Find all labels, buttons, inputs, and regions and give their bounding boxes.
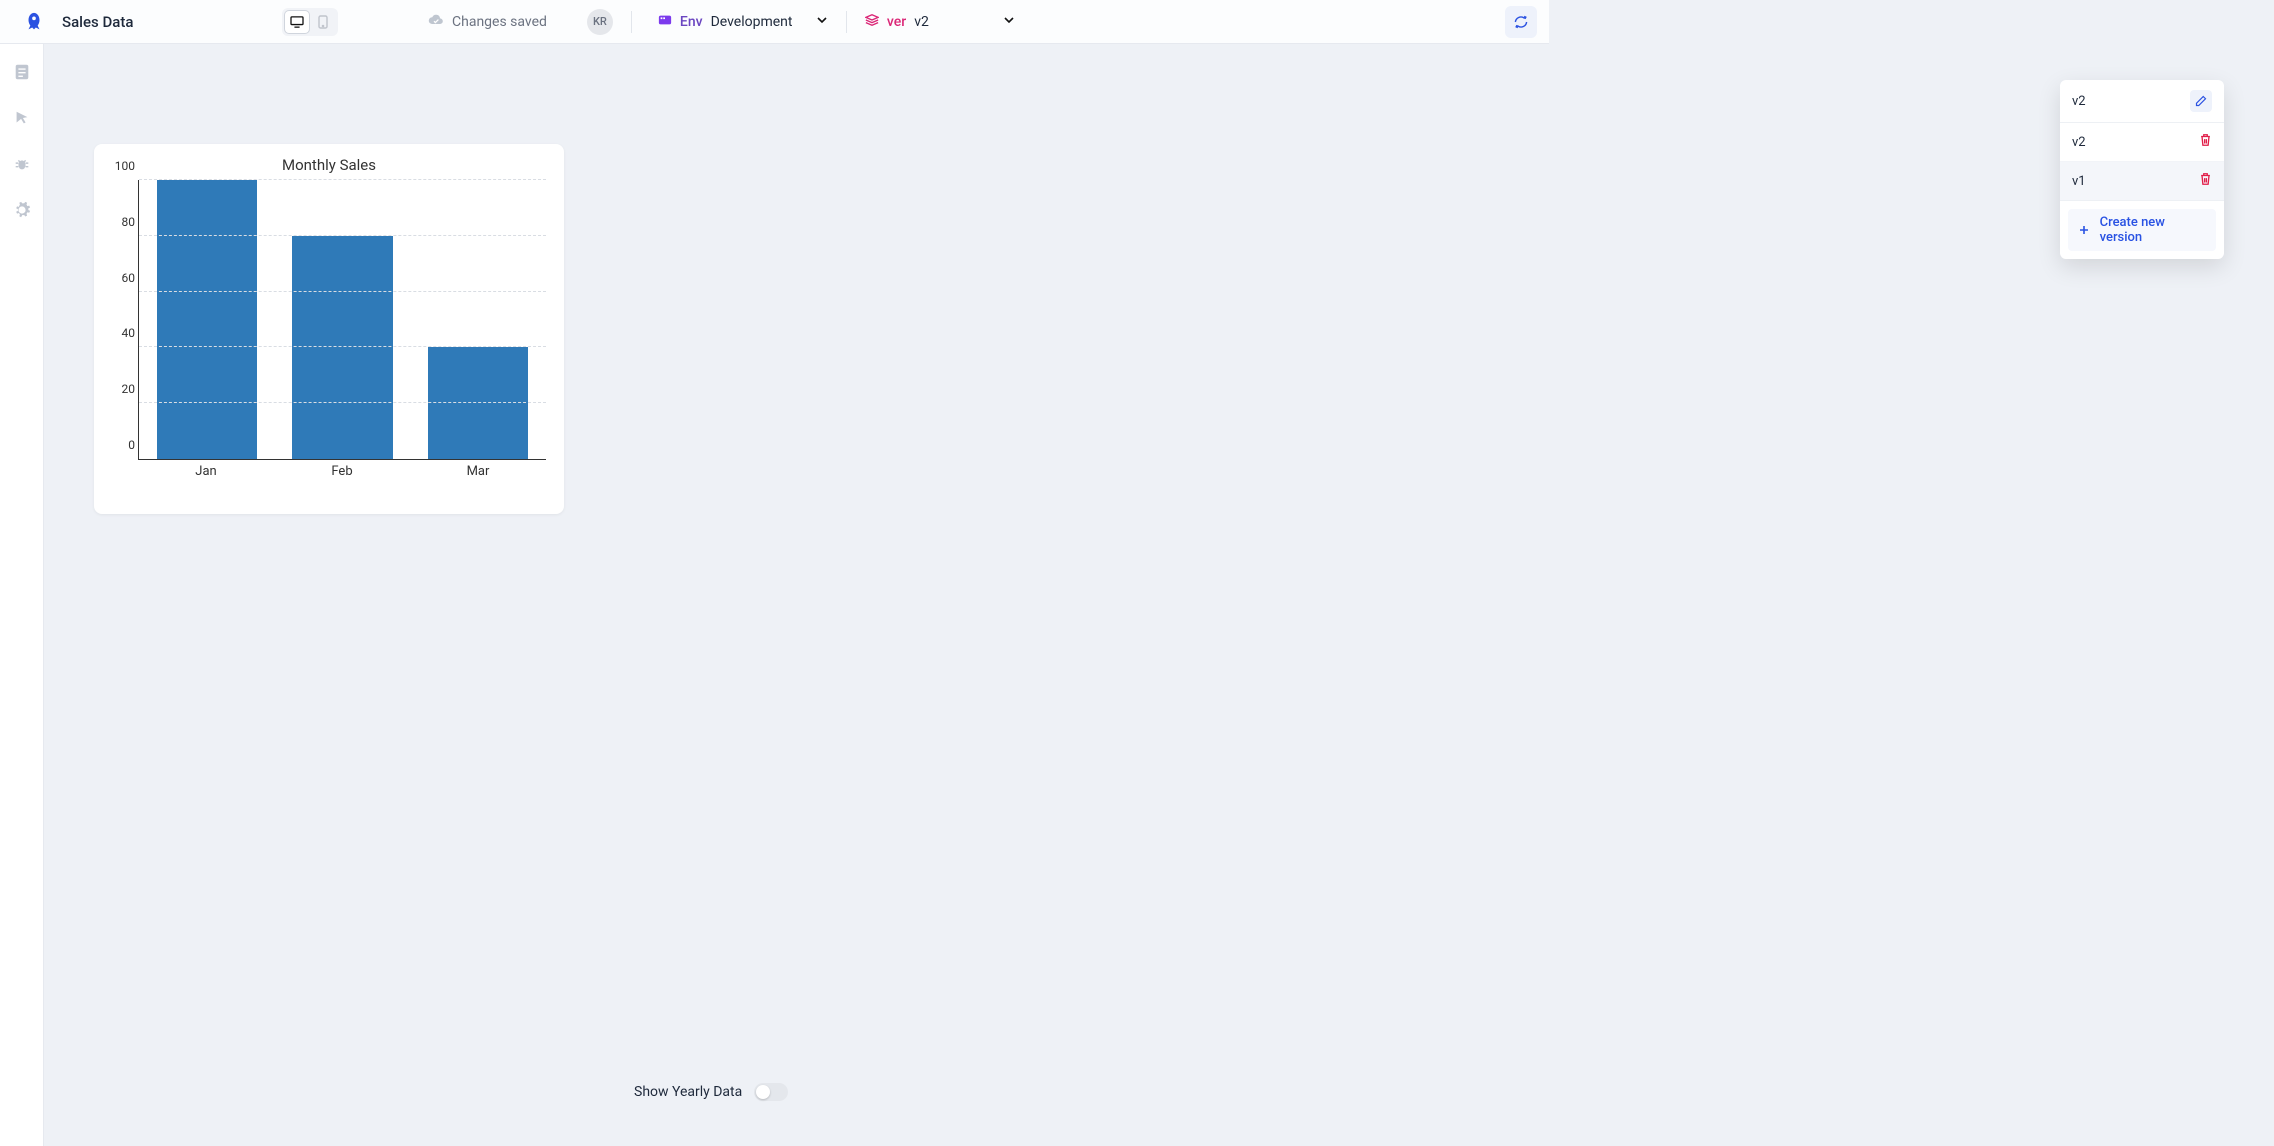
version-icon <box>865 13 879 31</box>
chart-plot: 020406080100 <box>138 180 546 460</box>
version-option[interactable]: v1 <box>2060 161 2224 200</box>
chart-bar <box>157 180 257 459</box>
trash-icon[interactable] <box>2199 133 2212 151</box>
yearly-toggle-row: Show Yearly Data <box>634 1083 788 1101</box>
desktop-view-button[interactable] <box>285 11 309 33</box>
env-value: Development <box>711 14 793 30</box>
page-title: Sales Data <box>62 13 282 31</box>
chevron-down-icon <box>816 14 828 30</box>
env-selector[interactable]: Env Development <box>658 13 828 31</box>
divider <box>631 11 632 33</box>
version-option-label: v2 <box>2072 135 2086 150</box>
divider <box>846 11 847 33</box>
version-option-label: v1 <box>2072 174 2086 189</box>
user-avatar[interactable]: KR <box>587 9 613 35</box>
canvas: Monthly Sales 020406080100 JanFebMar Sho… <box>44 44 2274 1146</box>
cursor-icon[interactable] <box>12 108 32 128</box>
bug-icon[interactable] <box>12 154 32 174</box>
version-dropdown-panel: v2 v2 v1 Create new version <box>2060 80 2224 259</box>
app-logo[interactable] <box>12 11 56 33</box>
mobile-view-button[interactable] <box>311 11 335 33</box>
topbar: Sales Data Changes saved KR Env Developm… <box>0 0 1549 44</box>
edit-version-button[interactable] <box>2190 90 2212 112</box>
left-rail <box>0 44 44 1146</box>
version-value: v2 <box>914 14 929 30</box>
device-toggle <box>282 8 338 36</box>
chart-bar <box>292 236 392 459</box>
cloud-check-icon <box>428 13 444 31</box>
chart-xlabel: Mar <box>410 464 546 479</box>
plus-icon <box>2076 222 2092 238</box>
chart-card[interactable]: Monthly Sales 020406080100 JanFebMar <box>94 144 564 514</box>
version-current-text: v2 <box>2072 94 2086 109</box>
version-option[interactable]: v2 <box>2060 123 2224 161</box>
page-icon[interactable] <box>12 62 32 82</box>
chart-xlabel: Feb <box>274 464 410 479</box>
yearly-toggle-label: Show Yearly Data <box>634 1084 742 1100</box>
chart-ytick: 80 <box>109 215 135 229</box>
chart-title: Monthly Sales <box>108 156 550 174</box>
chart-x-labels: JanFebMar <box>138 460 546 479</box>
chevron-down-icon <box>1003 14 1015 30</box>
yearly-toggle[interactable] <box>754 1083 788 1101</box>
save-status: Changes saved <box>428 13 547 31</box>
chart-ytick: 0 <box>109 438 135 452</box>
version-selector[interactable]: ver v2 <box>865 13 1015 31</box>
chart-ytick: 60 <box>109 271 135 285</box>
create-version-label: Create new version <box>2100 215 2208 245</box>
save-status-text: Changes saved <box>452 14 547 30</box>
create-version-button[interactable]: Create new version <box>2068 209 2216 251</box>
version-label: ver <box>887 14 906 30</box>
version-dropdown-current: v2 <box>2060 80 2224 123</box>
env-icon <box>658 13 672 31</box>
env-label: Env <box>680 14 703 30</box>
chart-bar <box>428 347 528 459</box>
chart-ytick: 100 <box>109 159 135 173</box>
refresh-button[interactable] <box>1505 6 1537 38</box>
chart-ytick: 20 <box>109 382 135 396</box>
chart-xlabel: Jan <box>138 464 274 479</box>
gear-icon[interactable] <box>12 200 32 220</box>
chart-ytick: 40 <box>109 326 135 340</box>
trash-icon[interactable] <box>2199 172 2212 190</box>
